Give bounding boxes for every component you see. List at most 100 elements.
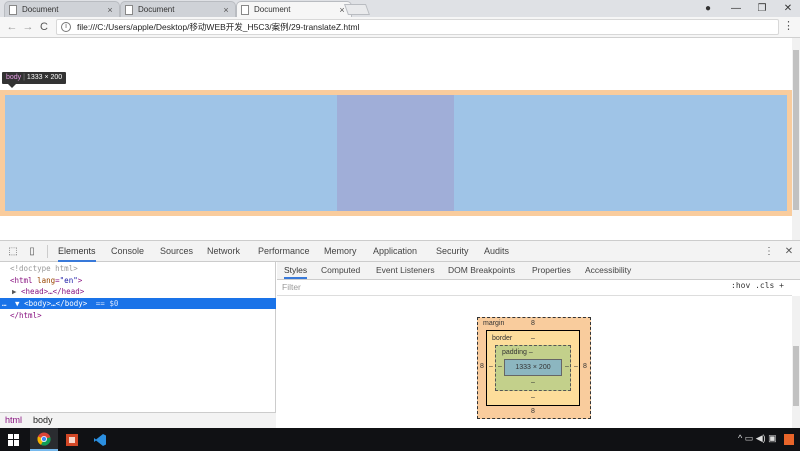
tab-performance[interactable]: Performance bbox=[258, 241, 310, 262]
padding-right-value[interactable]: – bbox=[565, 363, 569, 370]
devtools-toolbar: ⬚ ▯ Elements Console Sources Network Per… bbox=[0, 240, 800, 262]
tooltip-tag: body bbox=[6, 74, 22, 81]
padding-bottom-value[interactable]: – bbox=[531, 379, 535, 386]
box-model-content[interactable]: 1333 × 200 bbox=[504, 359, 562, 376]
tab-security[interactable]: Security bbox=[436, 241, 469, 262]
dom-node-doctype[interactable]: <!doctype html> bbox=[0, 263, 276, 274]
dom-node-head[interactable]: ▶ <head>…</head> bbox=[0, 286, 276, 297]
reload-button[interactable]: C bbox=[36, 19, 52, 35]
breadcrumb: html body bbox=[0, 412, 276, 428]
head-tag: <head>…</head> bbox=[21, 287, 85, 296]
browser-menu-icon[interactable]: ⋮ bbox=[783, 19, 794, 32]
tab-elements[interactable]: Elements bbox=[58, 241, 96, 262]
windows-logo-icon bbox=[8, 433, 20, 446]
border-left-value[interactable]: – bbox=[489, 363, 493, 370]
body-tag: <body>…</body> bbox=[24, 299, 88, 308]
close-icon[interactable]: × bbox=[221, 5, 231, 15]
powerpoint-icon bbox=[66, 433, 78, 446]
margin-left-value[interactable]: 8 bbox=[480, 363, 484, 370]
tab-properties[interactable]: Properties bbox=[532, 262, 571, 279]
restore-button[interactable]: ❐ bbox=[750, 0, 774, 17]
taskbar-chrome[interactable] bbox=[30, 428, 58, 451]
device-icon[interactable]: ▯ bbox=[25, 245, 39, 258]
more-options-icon[interactable]: ⋮ bbox=[762, 245, 776, 258]
browser-tab-2[interactable]: Document × bbox=[120, 1, 236, 17]
minimize-button[interactable]: — bbox=[724, 0, 748, 17]
scrollbar-thumb[interactable] bbox=[793, 50, 799, 210]
elements-tree: <!doctype html> <html lang="en"> ▶ <head… bbox=[0, 262, 276, 412]
border-label: border bbox=[492, 335, 513, 342]
tab-title: Document bbox=[138, 5, 175, 14]
page-scrollbar[interactable] bbox=[792, 38, 800, 240]
new-tab-button[interactable] bbox=[343, 4, 371, 15]
taskbar-powerpoint[interactable] bbox=[58, 428, 86, 451]
notification-icon[interactable] bbox=[784, 434, 794, 445]
chrome-icon bbox=[37, 432, 51, 446]
margin-top-value[interactable]: 8 bbox=[531, 320, 535, 327]
filter-input[interactable]: Filter bbox=[282, 282, 301, 292]
filter-buttons[interactable]: :hov .cls + bbox=[731, 281, 784, 290]
tab-console[interactable]: Console bbox=[111, 241, 144, 262]
styles-scrollbar[interactable] bbox=[792, 296, 800, 428]
margin-right-value[interactable]: 8 bbox=[583, 363, 587, 370]
breadcrumb-body[interactable]: body bbox=[33, 415, 53, 425]
tab-computed[interactable]: Computed bbox=[321, 262, 360, 279]
tab-audits[interactable]: Audits bbox=[484, 241, 509, 262]
padding-label: padding – bbox=[502, 349, 533, 356]
devtools-close-icon[interactable]: ✕ bbox=[782, 245, 796, 258]
dom-node-body-selected[interactable]: … ▼ <body>…</body> == $0 bbox=[0, 298, 276, 309]
system-tray-icons[interactable]: ^ ▭ ◀) ▣ bbox=[738, 433, 777, 444]
toolbar-divider bbox=[47, 245, 48, 258]
taskbar-vscode[interactable] bbox=[86, 428, 114, 451]
expand-arrow-icon[interactable]: ▶ bbox=[0, 287, 17, 296]
browser-title-bar: Document × Document × Document × ● — ❐ ✕ bbox=[0, 0, 800, 17]
browser-tab-3-active[interactable]: Document × bbox=[236, 1, 352, 17]
back-button[interactable]: ← bbox=[4, 19, 20, 35]
box-model: 1333 × 200 margin 8 8 8 8 border – – – –… bbox=[477, 317, 591, 419]
tab-network[interactable]: Network bbox=[207, 241, 240, 262]
dom-node-html-close[interactable]: </html> bbox=[0, 310, 276, 321]
html-open-end: > bbox=[77, 276, 83, 285]
windows-taskbar: ^ ▭ ◀) ▣ bbox=[0, 428, 800, 451]
scrollbar-thumb[interactable] bbox=[793, 346, 799, 406]
tab-title: Document bbox=[22, 5, 59, 14]
tab-application[interactable]: Application bbox=[373, 241, 417, 262]
tab-styles[interactable]: Styles bbox=[284, 262, 308, 279]
breadcrumb-html[interactable]: html bbox=[5, 415, 22, 425]
window-close-button[interactable]: ✕ bbox=[776, 0, 800, 17]
tab-sources[interactable]: Sources bbox=[160, 241, 193, 262]
address-bar[interactable]: i file:///C:/Users/apple/Desktop/移动WEB开发… bbox=[56, 19, 779, 35]
row-ellipsis: … bbox=[2, 299, 7, 308]
html-attr-name: lang bbox=[37, 276, 56, 285]
selected-eq-marker: == $0 bbox=[95, 299, 119, 308]
profile-icon[interactable]: ● bbox=[696, 0, 720, 17]
close-icon[interactable]: × bbox=[105, 5, 115, 15]
forward-button[interactable]: → bbox=[20, 19, 36, 35]
vscode-icon bbox=[94, 433, 106, 446]
browser-toolbar: ← → C i file:///C:/Users/apple/Desktop/移… bbox=[0, 17, 800, 38]
inspect-icon[interactable]: ⬚ bbox=[6, 245, 20, 258]
document-icon bbox=[241, 4, 249, 15]
tab-accessibility[interactable]: Accessibility bbox=[585, 262, 631, 279]
margin-bottom-value[interactable]: 8 bbox=[531, 408, 535, 415]
tab-dom-breakpoints[interactable]: DOM Breakpoints bbox=[448, 262, 515, 279]
padding-left-value[interactable]: – bbox=[498, 363, 502, 370]
expand-arrow-icon[interactable]: ▼ bbox=[11, 299, 20, 308]
translated-box bbox=[337, 95, 454, 211]
border-top-value[interactable]: – bbox=[531, 335, 535, 342]
html-open-tag: <html bbox=[10, 276, 33, 285]
tab-memory[interactable]: Memory bbox=[324, 241, 357, 262]
tooltip-size: 1333 × 200 bbox=[26, 74, 63, 81]
styles-tab-bar: Styles Computed Event Listeners DOM Brea… bbox=[277, 262, 800, 280]
start-button[interactable] bbox=[0, 428, 28, 451]
html-attr-value: "en" bbox=[59, 276, 78, 285]
tab-event-listeners[interactable]: Event Listeners bbox=[376, 262, 435, 279]
page-viewport: body | 1333 × 200 bbox=[0, 38, 792, 240]
border-right-value[interactable]: – bbox=[574, 363, 578, 370]
margin-label: margin bbox=[483, 320, 505, 327]
border-bottom-value[interactable]: – bbox=[531, 394, 535, 401]
browser-tab-1[interactable]: Document × bbox=[4, 1, 120, 17]
info-icon[interactable]: i bbox=[61, 22, 71, 32]
styles-filter-row: Filter :hov .cls + bbox=[277, 280, 792, 296]
dom-node-html[interactable]: <html lang="en"> bbox=[0, 275, 276, 286]
